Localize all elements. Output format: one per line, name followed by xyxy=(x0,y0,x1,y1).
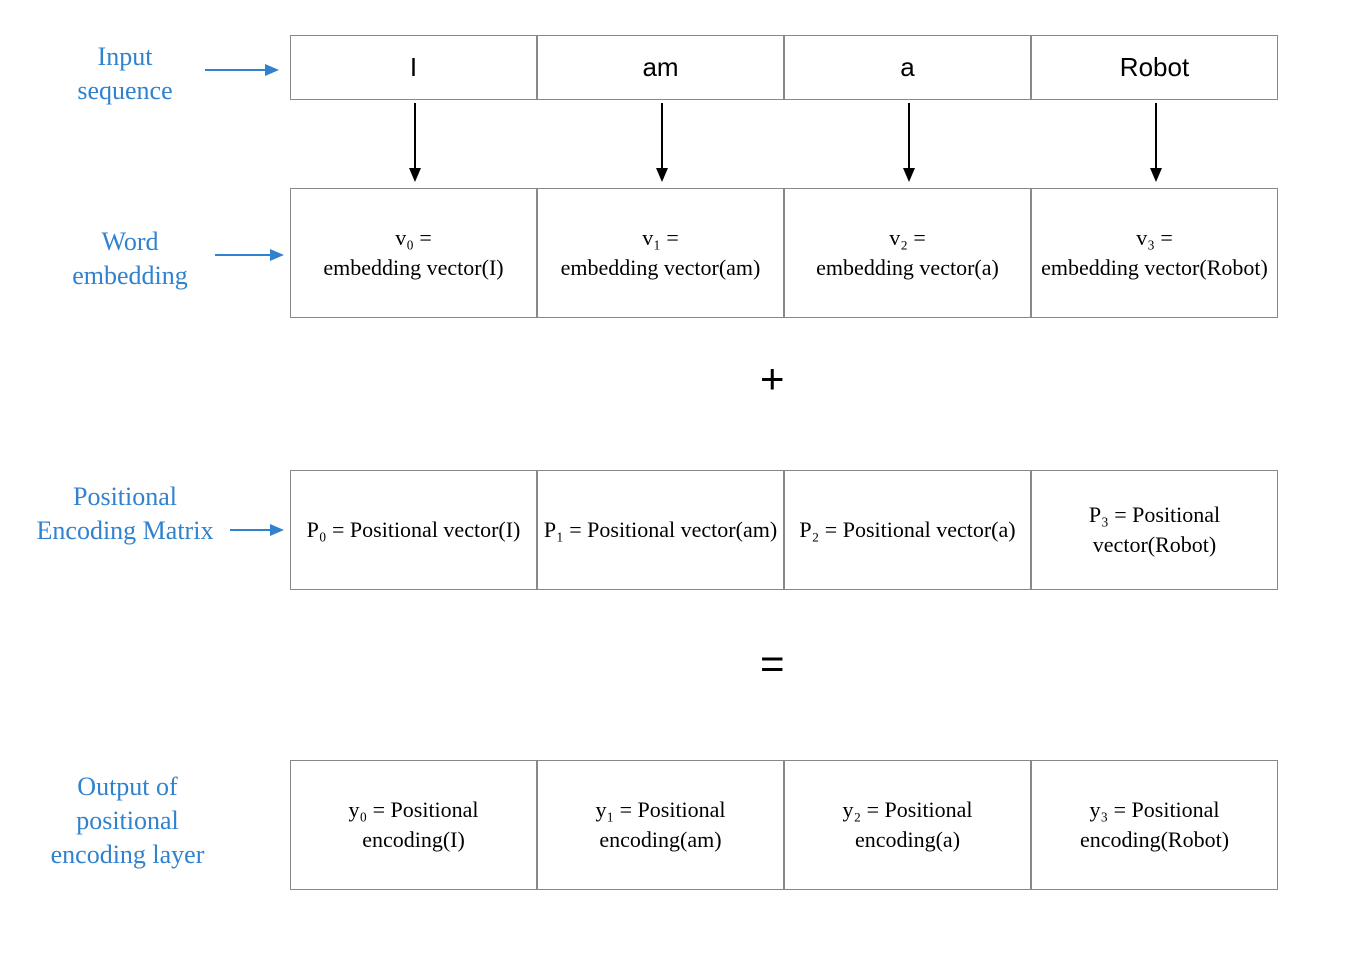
arrow-right-icon xyxy=(205,60,280,80)
arrow-down-icon xyxy=(652,103,672,183)
plus-operator: + xyxy=(760,355,785,403)
label-output-layer: Output of positional encoding layer xyxy=(30,770,225,871)
output-row: y₀ = Positional encoding(I) y₁ = Positio… xyxy=(290,760,1278,890)
embedding-cell: v₃ = embedding vector(Robot) xyxy=(1031,188,1278,318)
embedding-formula: v₃ = xyxy=(1136,225,1173,250)
embedding-cell: v₂ = embedding vector(a) xyxy=(784,188,1031,318)
embedding-formula: v₁ = xyxy=(642,225,679,250)
embedding-value: embedding vector(am) xyxy=(561,255,761,280)
token-cell: am xyxy=(537,35,784,100)
output-cell: y₂ = Positional encoding(a) xyxy=(784,760,1031,890)
token-cell: a xyxy=(784,35,1031,100)
word-embedding-row: v₀ = embedding vector(I) v₁ = embedding ve… xyxy=(290,188,1278,318)
label-positional-encoding-matrix: Positional Encoding Matrix xyxy=(25,480,225,548)
arrow-down-icon xyxy=(899,103,919,183)
positional-cell: P₃ = Positional vector(Robot) xyxy=(1031,470,1278,590)
embedding-formula: v₂ = xyxy=(889,225,926,250)
input-sequence-row: I am a Robot xyxy=(290,35,1278,100)
embedding-cell: v₀ = embedding vector(I) xyxy=(290,188,537,318)
arrow-down-icon xyxy=(405,103,425,183)
embedding-cell: v₁ = embedding vector(am) xyxy=(537,188,784,318)
label-word-embedding: Word embedding xyxy=(50,225,210,293)
positional-cell: P₀ = Positional vector(I) xyxy=(290,470,537,590)
arrow-down-icon xyxy=(1146,103,1166,183)
token-cell: Robot xyxy=(1031,35,1278,100)
embedding-formula: v₀ = xyxy=(395,225,432,250)
output-cell: y₀ = Positional encoding(I) xyxy=(290,760,537,890)
embedding-value: embedding vector(I) xyxy=(323,255,503,280)
equals-operator: = xyxy=(760,640,785,688)
label-input-sequence: Input sequence xyxy=(50,40,200,108)
arrow-right-icon xyxy=(230,520,285,540)
positional-cell: P₂ = Positional vector(a) xyxy=(784,470,1031,590)
positional-encoding-diagram: Input sequence Word embedding Positional… xyxy=(20,20,1352,946)
positional-encoding-row: P₀ = Positional vector(I) P₁ = Positiona… xyxy=(290,470,1278,590)
output-cell: y₃ = Positional encoding(Robot) xyxy=(1031,760,1278,890)
token-cell: I xyxy=(290,35,537,100)
output-cell: y₁ = Positional encoding(am) xyxy=(537,760,784,890)
arrow-right-icon xyxy=(215,245,285,265)
positional-cell: P₁ = Positional vector(am) xyxy=(537,470,784,590)
embedding-value: embedding vector(a) xyxy=(816,255,999,280)
embedding-value: embedding vector(Robot) xyxy=(1041,255,1268,280)
